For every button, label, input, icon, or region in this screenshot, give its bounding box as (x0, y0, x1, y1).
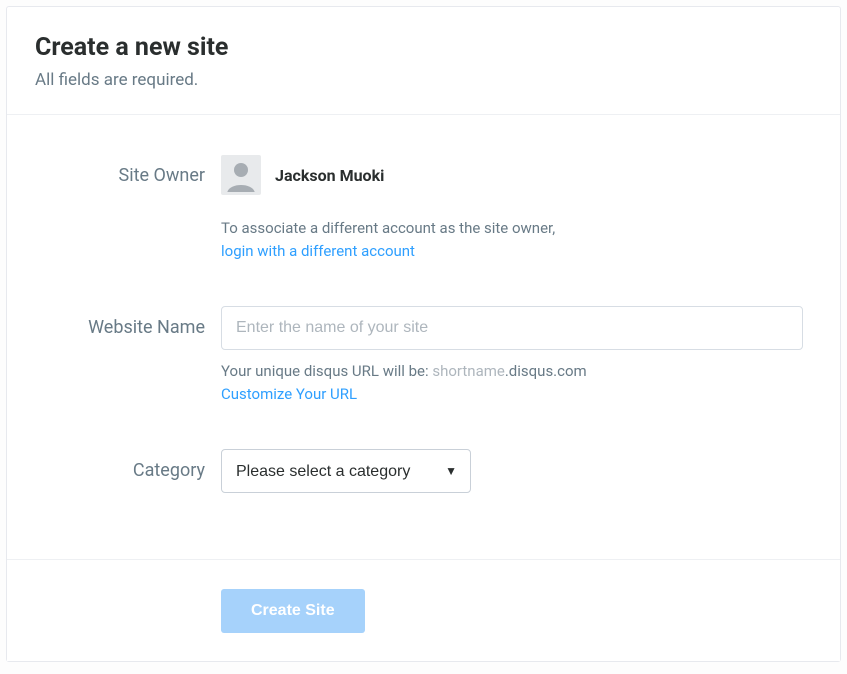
url-help-prefix: Your unique disqus URL will be: (221, 362, 432, 380)
field-site-owner: Jackson Muoki To associate a different a… (221, 155, 803, 262)
card-footer: Create Site (7, 559, 840, 661)
label-category: Category (35, 449, 221, 481)
login-different-account-link[interactable]: login with a different account (221, 242, 415, 260)
create-site-button[interactable]: Create Site (221, 589, 365, 633)
customize-url-link[interactable]: Customize Your URL (221, 385, 357, 403)
owner-help-text: To associate a different account as the … (221, 219, 555, 237)
form-body: Site Owner Jackson Muoki To associate a … (7, 115, 840, 493)
field-category: Please select a category ▼ (221, 449, 803, 493)
create-site-card: Create a new site All fields are require… (6, 6, 841, 662)
row-category: Category Please select a category ▼ (35, 449, 812, 493)
avatar-icon (221, 155, 261, 195)
row-website-name: Website Name Your unique disqus URL will… (35, 306, 812, 405)
url-help: Your unique disqus URL will be: shortnam… (221, 360, 803, 405)
owner-help: To associate a different account as the … (221, 217, 803, 262)
page-subtitle: All fields are required. (35, 70, 812, 90)
owner-identity: Jackson Muoki (221, 155, 803, 195)
row-site-owner: Site Owner Jackson Muoki To associate a … (35, 155, 812, 262)
card-header: Create a new site All fields are require… (7, 7, 840, 115)
category-select-wrap: Please select a category ▼ (221, 449, 471, 493)
url-help-shortname: shortname (432, 362, 504, 380)
label-website-name: Website Name (35, 306, 221, 338)
owner-name: Jackson Muoki (275, 166, 384, 185)
label-site-owner: Site Owner (35, 155, 221, 186)
field-website-name: Your unique disqus URL will be: shortnam… (221, 306, 803, 405)
category-select[interactable]: Please select a category (221, 449, 471, 493)
website-name-input[interactable] (221, 306, 803, 350)
url-help-suffix: .disqus.com (505, 362, 587, 380)
page-title: Create a new site (35, 33, 812, 62)
